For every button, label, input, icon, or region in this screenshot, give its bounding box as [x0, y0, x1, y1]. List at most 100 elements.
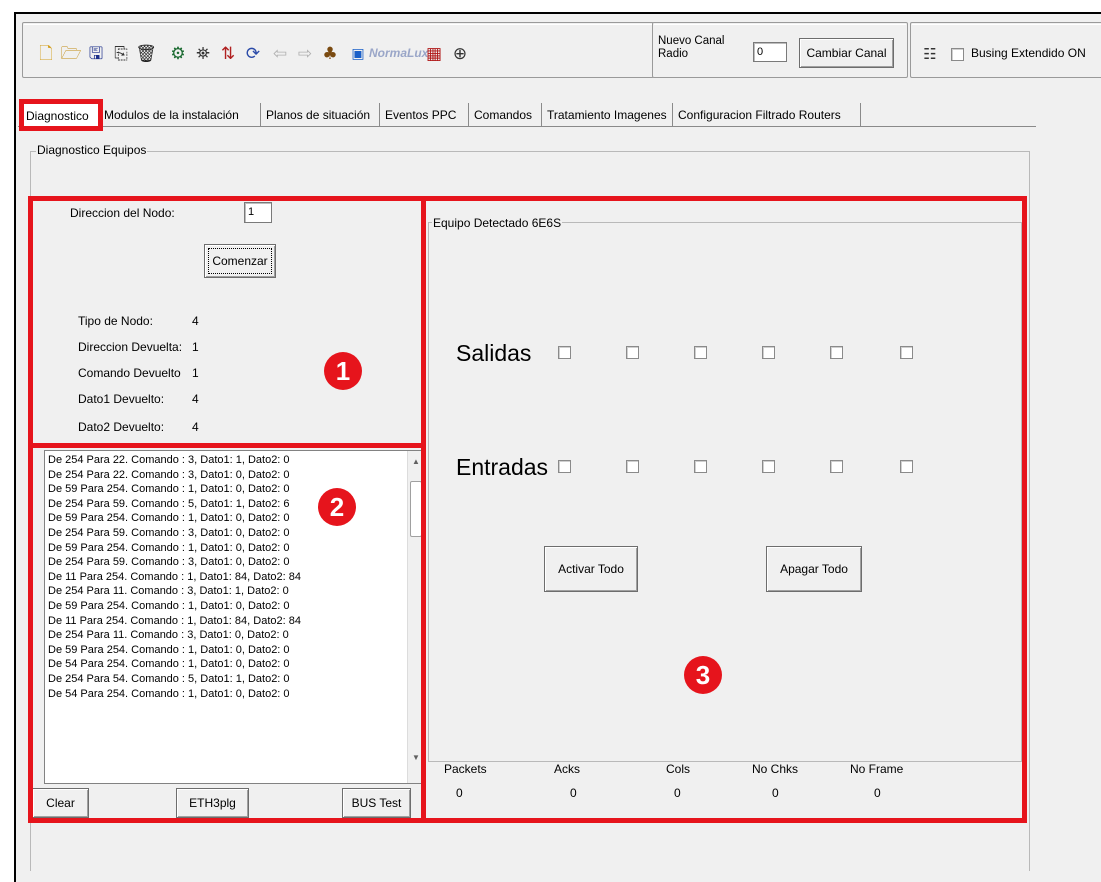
busing-checkbox[interactable]: [951, 48, 964, 61]
tab-label: Tratamiento Imagenes: [547, 108, 667, 122]
tab-planos[interactable]: Planos de situación: [261, 103, 380, 127]
log-line[interactable]: De 254 Para 59. Comando : 3, Dato1: 0, D…: [45, 526, 424, 541]
tree-icon[interactable]: ♣: [319, 43, 341, 65]
busing-label: Busing Extendido ON: [971, 46, 1086, 60]
arrow-right-icon[interactable]: ⇨: [294, 43, 316, 65]
log-line[interactable]: De 54 Para 254. Comando : 1, Dato1: 0, D…: [45, 687, 424, 702]
stat-nochks-value: 0: [772, 786, 779, 800]
entrada-checkbox[interactable]: [558, 460, 571, 473]
stat-noframe-label: No Frame: [850, 762, 904, 776]
save-icon[interactable]: 🖫: [85, 43, 107, 65]
log-line[interactable]: De 11 Para 254. Comando : 1, Dato1: 84, …: [45, 614, 424, 629]
log-line[interactable]: De 59 Para 254. Comando : 1, Dato1: 0, D…: [45, 482, 424, 497]
direccion-nodo-input[interactable]: 1: [244, 202, 272, 223]
scroll-up-icon[interactable]: ▲: [408, 453, 424, 469]
salida-checkbox[interactable]: [900, 346, 913, 359]
tab-label: Modulos de la instalación: [104, 108, 239, 122]
log-line[interactable]: De 54 Para 254. Comando : 1, Dato1: 0, D…: [45, 657, 424, 672]
log-line[interactable]: De 59 Para 254. Comando : 1, Dato1: 0, D…: [45, 511, 424, 526]
log-line[interactable]: De 59 Para 254. Comando : 1, Dato1: 0, D…: [45, 541, 424, 556]
entrada-checkbox[interactable]: [626, 460, 639, 473]
diagnostico-equipos-title: Diagnostico Equipos: [36, 143, 148, 157]
open-folder-icon[interactable]: 🗁: [60, 43, 82, 65]
direccion-devuelta-value: 1: [192, 340, 199, 354]
arrow-left-icon[interactable]: ⇦: [269, 43, 291, 65]
log-line[interactable]: De 254 Para 54. Comando : 5, Dato1: 1, D…: [45, 672, 424, 687]
stat-acks-label: Acks: [554, 762, 581, 776]
tab-panel: [18, 126, 1036, 133]
entrada-checkbox[interactable]: [762, 460, 775, 473]
salida-checkbox[interactable]: [830, 346, 843, 359]
refresh-icon[interactable]: ⟳: [242, 43, 264, 65]
tab-label: Configuracion Filtrado Routers: [678, 108, 841, 122]
tab-eventos[interactable]: Eventos PPC: [380, 103, 469, 127]
scroll-down-icon[interactable]: ▼: [408, 749, 424, 765]
stat-cols-value: 0: [674, 786, 681, 800]
direccion-nodo-label: Direccion del Nodo:: [70, 206, 175, 220]
copy-icon[interactable]: ⎘: [110, 43, 132, 65]
direccion-devuelta-label: Direccion Devuelta:: [78, 340, 183, 354]
network-icon[interactable]: ⇅: [217, 43, 239, 65]
dato1-devuelto-value: 4: [192, 392, 199, 406]
normalux-icon[interactable]: ▣: [347, 43, 369, 65]
app-window: 🗋 🗁 🖫 ⎘ 🗑 ⚙ ⛯ ⇅ ⟳ ⇦ ⇨ ♣ ▣ NormaLux ▦ ⊕ N…: [14, 12, 1101, 882]
log-line[interactable]: De 254 Para 22. Comando : 3, Dato1: 0, D…: [45, 468, 424, 483]
toolbar-canal: Nuevo Canal Radio 0 Cambiar Canal: [652, 22, 908, 78]
salida-checkbox[interactable]: [626, 346, 639, 359]
dato1-devuelto-label: Dato1 Devuelto:: [78, 392, 165, 406]
tab-label: Diagnostico: [26, 108, 89, 123]
badge-1: 1: [324, 352, 362, 390]
activar-todo-button[interactable]: Activar Todo: [544, 546, 638, 592]
stat-cols-label: Cols: [666, 762, 691, 776]
normalux-label[interactable]: NormaLux: [369, 46, 428, 60]
clear-button[interactable]: Clear: [32, 788, 89, 818]
tipo-nodo-label: Tipo de Nodo:: [78, 314, 153, 328]
tab-tratamiento[interactable]: Tratamiento Imagenes: [542, 103, 673, 127]
settings-icon[interactable]: ⚙: [167, 43, 189, 65]
canal-input[interactable]: 0: [753, 42, 787, 62]
stat-packets-value: 0: [456, 786, 463, 800]
tab-label: Eventos PPC: [385, 108, 457, 122]
eth3plg-button[interactable]: ETH3plg: [176, 788, 249, 818]
grid-icon[interactable]: ▦: [423, 43, 445, 65]
tab-modulos[interactable]: Modulos de la instalación: [99, 103, 261, 127]
toolbar-busing: ☷ Busing Extendido ON: [910, 22, 1101, 78]
badge-3: 3: [684, 656, 722, 694]
salida-checkbox[interactable]: [694, 346, 707, 359]
bus-test-button[interactable]: BUS Test: [342, 788, 411, 818]
apagar-todo-button[interactable]: Apagar Todo: [766, 546, 862, 592]
stat-packets-label: Packets: [444, 762, 487, 776]
log-line[interactable]: De 254 Para 59. Comando : 3, Dato1: 0, D…: [45, 555, 424, 570]
hierarchy-icon[interactable]: ☷: [919, 43, 941, 65]
log-listbox[interactable]: De 254 Para 22. Comando : 3, Dato1: 1, D…: [44, 450, 425, 784]
scroll-thumb[interactable]: [410, 481, 422, 537]
binoculars-icon[interactable]: ⛯: [192, 43, 214, 65]
salida-checkbox[interactable]: [762, 346, 775, 359]
zoom-icon[interactable]: ⊕: [449, 43, 471, 65]
log-line[interactable]: De 59 Para 254. Comando : 1, Dato1: 0, D…: [45, 599, 424, 614]
nuevo-canal-label: Nuevo Canal Radio: [658, 35, 725, 60]
comenzar-button[interactable]: Comenzar: [204, 244, 276, 278]
new-file-icon[interactable]: 🗋: [35, 43, 57, 65]
log-scrollbar[interactable]: ▲ ▼: [407, 451, 424, 783]
log-line[interactable]: De 254 Para 22. Comando : 3, Dato1: 1, D…: [45, 453, 424, 468]
stat-noframe-value: 0: [874, 786, 881, 800]
entrada-checkbox[interactable]: [900, 460, 913, 473]
tab-comandos[interactable]: Comandos: [469, 103, 542, 127]
log-line[interactable]: De 59 Para 254. Comando : 1, Dato1: 0, D…: [45, 643, 424, 658]
entradas-label: Entradas: [456, 454, 549, 480]
salida-checkbox[interactable]: [558, 346, 571, 359]
tab-label: Planos de situación: [266, 108, 371, 122]
log-line[interactable]: De 11 Para 254. Comando : 1, Dato1: 84, …: [45, 570, 424, 585]
badge-2: 2: [318, 488, 356, 526]
cambiar-canal-button[interactable]: Cambiar Canal: [799, 38, 894, 68]
entrada-checkbox[interactable]: [694, 460, 707, 473]
tab-configuracion[interactable]: Configuracion Filtrado Routers: [673, 103, 861, 127]
salidas-label: Salidas: [456, 340, 532, 366]
entrada-checkbox[interactable]: [830, 460, 843, 473]
log-line[interactable]: De 254 Para 11. Comando : 3, Dato1: 1, D…: [45, 584, 424, 599]
log-line[interactable]: De 254 Para 59. Comando : 5, Dato1: 1, D…: [45, 497, 424, 512]
trash-icon[interactable]: 🗑: [135, 43, 157, 65]
tab-diagnostico[interactable]: Diagnostico: [20, 103, 99, 127]
log-line[interactable]: De 254 Para 11. Comando : 3, Dato1: 0, D…: [45, 628, 424, 643]
